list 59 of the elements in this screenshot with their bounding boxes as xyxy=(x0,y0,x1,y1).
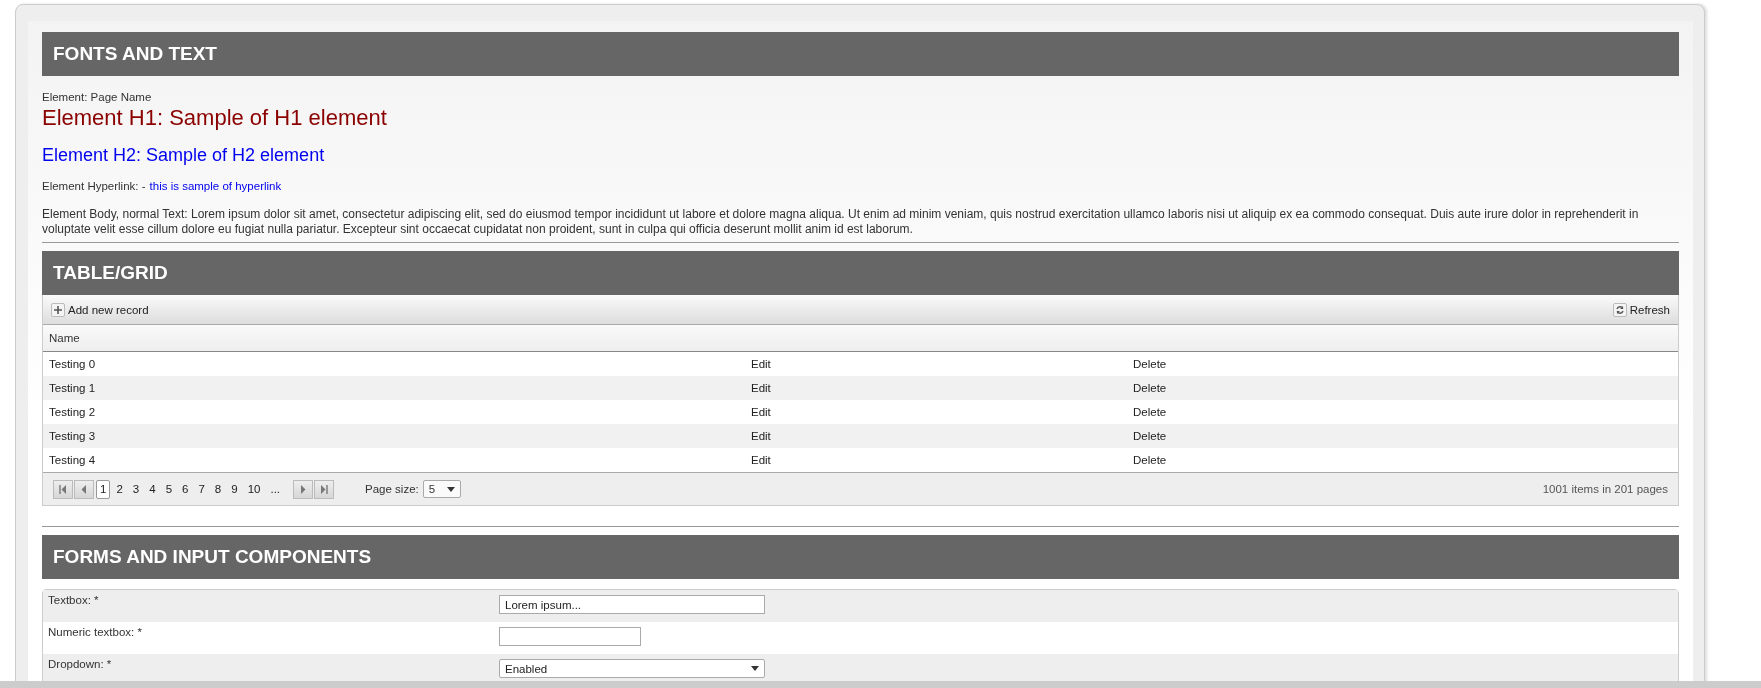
last-page-button[interactable] xyxy=(314,479,335,499)
page-number[interactable]: 3 xyxy=(128,479,144,499)
page-size-label: Page size: xyxy=(365,483,419,495)
add-record-button[interactable]: Add new record xyxy=(51,302,149,317)
field-label: Dropdown: * xyxy=(47,658,113,670)
h2-heading: Element H2: Sample of H2 element xyxy=(42,145,326,166)
h1-heading: Element H1: Sample of H1 element xyxy=(42,105,388,131)
refresh-button[interactable]: Refresh xyxy=(1612,302,1670,317)
hyperlink-label: Element Hyperlink: - xyxy=(42,180,146,192)
edit-link[interactable]: Edit xyxy=(751,382,771,394)
column-header[interactable]: Name xyxy=(49,332,80,344)
page-number[interactable]: 9 xyxy=(227,479,242,499)
last-page-icon xyxy=(320,484,329,494)
delete-link[interactable]: Delete xyxy=(1133,358,1167,370)
page-number[interactable]: 5 xyxy=(161,479,177,499)
page-number[interactable]: 10 xyxy=(243,479,265,499)
first-page-icon xyxy=(59,484,67,494)
hyperlink[interactable]: this is sample of hyperlink xyxy=(149,180,282,192)
page-number[interactable]: 8 xyxy=(210,479,226,499)
field-label: Textbox: * xyxy=(47,594,100,606)
page-size-dropdown[interactable]: 5 xyxy=(422,480,461,498)
plus-icon xyxy=(51,302,65,317)
body-paragraph: Element Body, normal Text: Lorem ipsum dolor sit amet, consectetur adipiscing elit, sed do eiusmod tempor incididunt ut labore et dolore magna aliqua. Ut enim ad minim veniam, quis nostrud exercitation ullamco laboris nisi ut aliquip ex ea commodo consequat. Duis aute irure dolor in reprehenderit in voluptate velit esse cillum dolore eu fugiat nulla pariatur. Excepteur sint occaecat cupidatat non proident, sunt in culpa qui officia deserunt mollit anim id est laborum. xyxy=(42,207,1640,237)
caret-icon xyxy=(446,486,455,492)
caret-icon xyxy=(751,666,759,671)
edit-link[interactable]: Edit xyxy=(751,358,771,370)
page-number[interactable]: 2 xyxy=(112,479,127,499)
table-cell-text: Testing 3 xyxy=(48,429,97,444)
table-cell-text: Testing 0 xyxy=(48,357,97,372)
edit-link[interactable]: Edit xyxy=(751,454,771,466)
pager-info: 1001 items in 201 pages xyxy=(1542,483,1668,495)
section-header: FORMS AND INPUT COMPONENTS xyxy=(42,535,1679,579)
field-label: Numeric textbox: * xyxy=(47,626,143,638)
delete-link[interactable]: Delete xyxy=(1133,430,1167,442)
delete-link[interactable]: Delete xyxy=(1133,382,1167,394)
section-header: TABLE/GRID xyxy=(42,251,1679,295)
page-number[interactable]: 1 xyxy=(96,479,111,499)
numeric-field[interactable] xyxy=(499,627,641,646)
delete-link[interactable]: Delete xyxy=(1133,454,1167,466)
next-icon xyxy=(300,484,307,494)
page-number[interactable]: 7 xyxy=(194,479,209,499)
page-number[interactable]: 6 xyxy=(178,479,193,499)
next-page-button[interactable] xyxy=(293,479,314,499)
section-header: FONTS AND TEXT xyxy=(42,32,1679,76)
refresh-icon xyxy=(1612,302,1627,317)
table-cell-text: Testing 1 xyxy=(48,381,97,396)
page-number[interactable]: 4 xyxy=(145,479,160,499)
page-number[interactable]: ... xyxy=(266,479,285,499)
edit-link[interactable]: Edit xyxy=(751,430,771,442)
previous-page-button[interactable] xyxy=(74,479,94,499)
page-name-text: Element: Page Name xyxy=(42,91,153,103)
previous-icon xyxy=(81,484,87,494)
text-field[interactable]: Lorem ipsum... xyxy=(499,595,765,614)
edit-link[interactable]: Edit xyxy=(751,406,771,418)
first-page-button[interactable] xyxy=(53,479,73,499)
table-cell-text: Testing 2 xyxy=(48,405,97,420)
dropdown[interactable]: Enabled xyxy=(499,659,765,678)
delete-link[interactable]: Delete xyxy=(1133,406,1167,418)
table-cell-text: Testing 4 xyxy=(48,453,97,468)
